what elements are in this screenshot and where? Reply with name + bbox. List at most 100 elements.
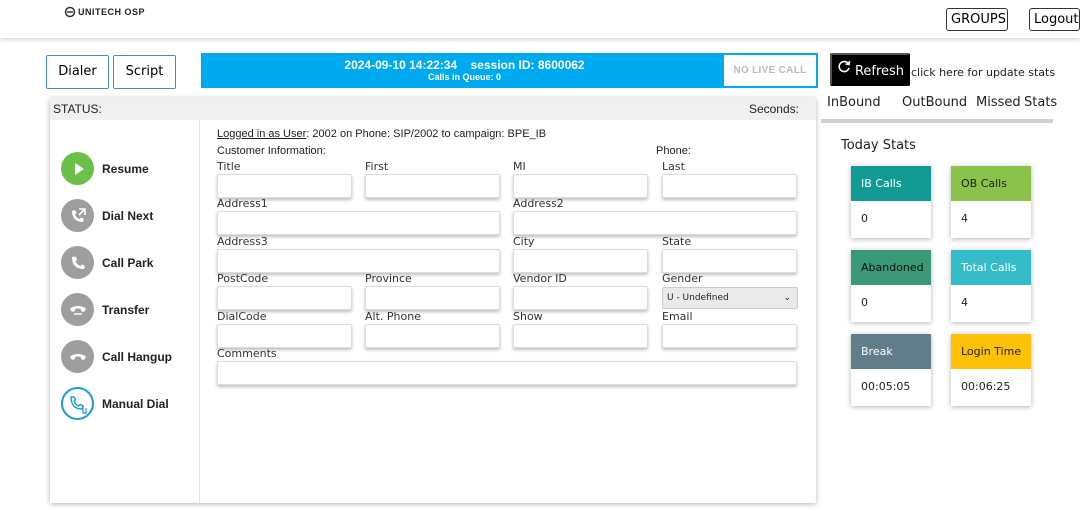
refresh-icon bbox=[838, 60, 851, 73]
alt-phone-input[interactable] bbox=[365, 324, 500, 348]
card-title: Abandoned bbox=[851, 250, 931, 285]
address3-input[interactable] bbox=[217, 249, 500, 273]
province-input[interactable] bbox=[365, 286, 500, 310]
queue-line: Calls in Queue: 0 bbox=[201, 72, 728, 82]
alt-phone-label: Alt. Phone bbox=[365, 310, 421, 323]
logo-icon bbox=[64, 6, 76, 18]
brand-logo[interactable]: UNITECH OSP bbox=[64, 6, 145, 18]
action-label: Resume bbox=[102, 161, 149, 176]
status-label: STATUS: bbox=[53, 102, 102, 116]
stat-card-total-calls: Total Calls 4 bbox=[951, 250, 1031, 322]
comments-input[interactable] bbox=[217, 361, 797, 385]
card-title: Break bbox=[851, 334, 931, 369]
phone-id: SIP/2002 bbox=[393, 128, 439, 140]
chevron-down-icon: ⌄ bbox=[783, 293, 791, 303]
dialcode-input[interactable] bbox=[217, 324, 352, 348]
session-line: 2024-09-10 14:22:34 session ID: 8600062 bbox=[201, 58, 728, 72]
dialer-button[interactable]: Dialer bbox=[46, 55, 109, 89]
card-value: 00:06:25 bbox=[961, 380, 1011, 393]
address2-label: Address2 bbox=[513, 197, 564, 210]
session-id: 8600062 bbox=[537, 58, 585, 72]
action-label: Manual Dial bbox=[102, 396, 169, 411]
status-bar: STATUS: Seconds: bbox=[50, 98, 816, 120]
card-value: 0 bbox=[861, 212, 868, 225]
first-name-input[interactable] bbox=[365, 174, 500, 198]
province-label: Province bbox=[365, 272, 412, 285]
state-input[interactable] bbox=[662, 249, 797, 273]
manual-dial-button[interactable]: Manual Dial bbox=[61, 387, 169, 420]
user-id: 2002 bbox=[312, 128, 337, 140]
manual-dial-icon bbox=[61, 387, 94, 420]
card-value: 00:05:05 bbox=[861, 380, 911, 393]
hangup-icon bbox=[61, 340, 94, 373]
mi-label: MI bbox=[513, 160, 526, 173]
city-label: City bbox=[513, 235, 535, 248]
card-title: IB Calls bbox=[851, 166, 931, 201]
action-label: Call Hangup bbox=[102, 349, 173, 364]
first-label: First bbox=[365, 160, 389, 173]
seconds-label: Seconds: bbox=[748, 102, 799, 116]
card-value: 4 bbox=[961, 212, 968, 225]
middle-initial-input[interactable] bbox=[513, 174, 648, 198]
address2-input[interactable] bbox=[513, 211, 797, 235]
stat-card-login-time: Login Time 00:06:25 bbox=[951, 334, 1031, 406]
postcode-input[interactable] bbox=[217, 286, 352, 310]
vendor-id-label: Vendor ID bbox=[513, 272, 567, 285]
refresh-button[interactable]: Refresh bbox=[830, 53, 910, 86]
phone-field-label: Phone: bbox=[656, 145, 691, 157]
script-button[interactable]: Script bbox=[113, 55, 176, 89]
city-input[interactable] bbox=[513, 249, 648, 273]
logout-button[interactable]: Logout bbox=[1029, 8, 1080, 31]
transfer-button[interactable]: Transfer bbox=[61, 293, 149, 326]
email-label: Email bbox=[662, 310, 693, 323]
transfer-icon bbox=[61, 293, 94, 326]
stat-card-ob-calls: OB Calls 4 bbox=[951, 166, 1031, 238]
gender-value: U - Undefined bbox=[667, 293, 729, 303]
dialcode-label: DialCode bbox=[217, 310, 267, 323]
call-park-button[interactable]: Call Park bbox=[61, 246, 153, 279]
card-value: 4 bbox=[961, 296, 968, 309]
postcode-label: PostCode bbox=[217, 272, 269, 285]
card-title: Login Time bbox=[951, 334, 1031, 369]
call-hangup-button[interactable]: Call Hangup bbox=[61, 340, 172, 373]
last-name-input[interactable] bbox=[662, 174, 797, 198]
title-input[interactable] bbox=[217, 174, 352, 198]
resume-button[interactable]: Resume bbox=[61, 152, 149, 185]
dialer-panel: STATUS: Seconds: Resume Dial Next Call P… bbox=[50, 98, 816, 503]
card-title: OB Calls bbox=[951, 166, 1031, 201]
stat-card-ib-calls: IB Calls 0 bbox=[851, 166, 931, 238]
action-label: Transfer bbox=[102, 302, 150, 317]
today-stats-heading: Today Stats bbox=[841, 138, 916, 153]
phone-outgoing-icon bbox=[61, 199, 94, 232]
vendor-id-input[interactable] bbox=[513, 286, 648, 310]
tab-outbound[interactable]: OutBound bbox=[902, 95, 967, 110]
address1-label: Address1 bbox=[217, 197, 268, 210]
tab-missed[interactable]: Missed bbox=[976, 95, 1021, 110]
action-label: Dial Next bbox=[102, 208, 154, 223]
title-label: Title bbox=[217, 160, 241, 173]
last-label: Last bbox=[662, 160, 685, 173]
campaign-id: BPE_IB bbox=[507, 128, 547, 140]
dial-next-button[interactable]: Dial Next bbox=[61, 199, 153, 232]
play-icon bbox=[61, 152, 94, 185]
queue-label: Calls in Queue: bbox=[427, 72, 494, 82]
groups-button[interactable]: GROUPS bbox=[946, 8, 1008, 31]
session-id-label: session ID: bbox=[470, 58, 535, 72]
show-input[interactable] bbox=[513, 324, 648, 348]
refresh-hint: click here for update stats bbox=[911, 66, 1056, 79]
email-input[interactable] bbox=[662, 324, 797, 348]
call-actions: Resume Dial Next Call Park Transfer Call… bbox=[50, 120, 200, 503]
gender-select[interactable]: U - Undefined ⌄ bbox=[662, 287, 798, 309]
tab-stats[interactable]: Stats bbox=[1024, 95, 1057, 110]
address3-label: Address3 bbox=[217, 235, 268, 248]
refresh-label: Refresh bbox=[854, 63, 905, 79]
live-call-status: NO LIVE CALL bbox=[724, 55, 816, 86]
login-info: Logged in as User: 2002 on Phone: SIP/20… bbox=[217, 128, 547, 140]
card-title: Total Calls bbox=[951, 250, 1031, 285]
card-value: 0 bbox=[861, 296, 868, 309]
tab-inbound[interactable]: InBound bbox=[827, 95, 881, 110]
stat-card-abandoned: Abandoned 0 bbox=[851, 250, 931, 322]
show-label: Show bbox=[513, 310, 543, 323]
address1-input[interactable] bbox=[217, 211, 500, 235]
tabs-underline bbox=[821, 119, 1053, 123]
